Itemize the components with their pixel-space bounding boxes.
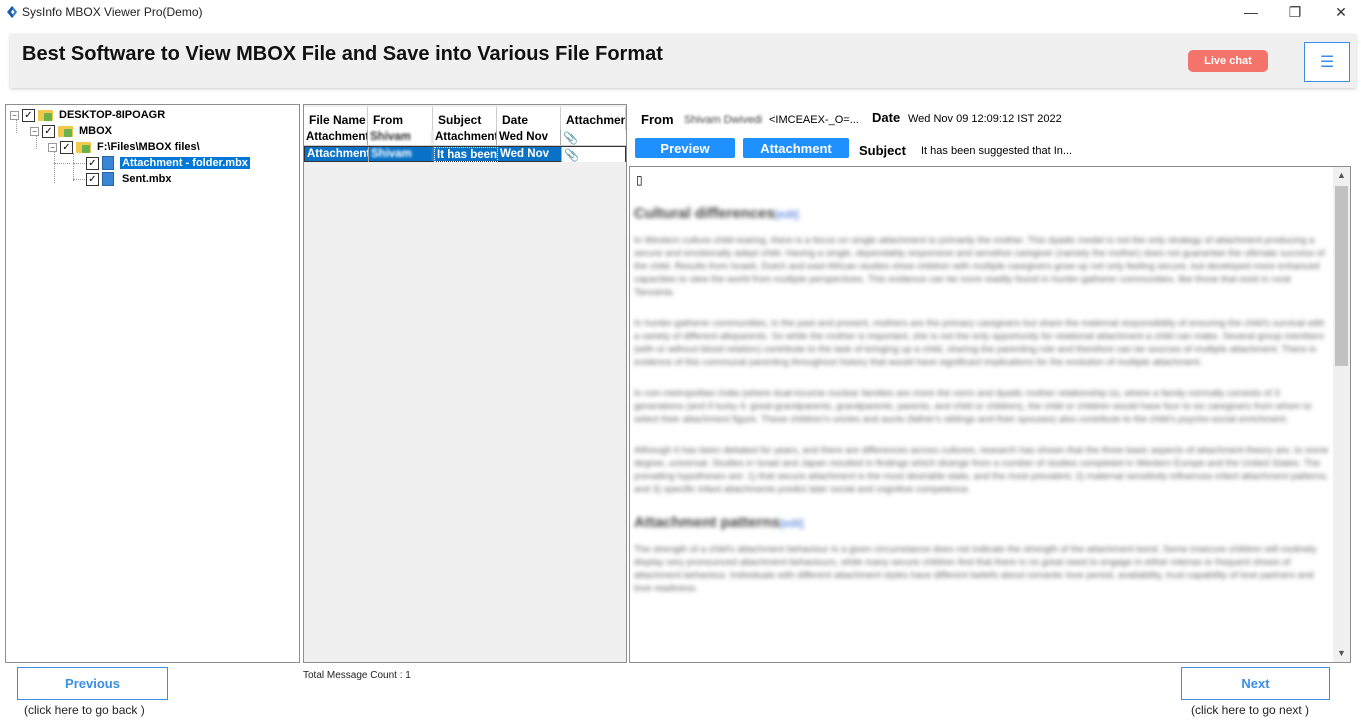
previous-hint: (click here to go back ) [24,703,145,717]
body-paragraph: In non-metropolitan India (where dual-in… [634,388,1312,425]
tree-checkbox[interactable]: ✓ [22,108,35,122]
cell-attachment: 📎 [562,147,625,162]
folder-tree-panel: − ✓ DESKTOP-8IPOAGR − ✓ MBOX − ✓ F:\File… [5,104,300,663]
collapse-icon[interactable]: − [48,142,57,152]
tree-node-mbox[interactable]: − ✓ MBOX [30,123,114,139]
cell-from: Shivam [368,130,433,145]
preview-box-char: ▯ [636,173,643,187]
message-row[interactable]: Attachment Shivam Attachment Wed Nov 📎 [304,130,626,146]
tree-node-label: Attachment - folder.mbx [120,157,250,169]
tree-checkbox[interactable]: ✓ [86,172,99,186]
from-address: <IMCEAEX-_O=... [769,114,859,126]
message-body: Cultural differences[edit] In Western cu… [634,191,1330,613]
previous-button[interactable]: Previous [17,667,168,700]
preview-scrollbar[interactable]: ▲ ▼ [1333,167,1350,662]
body-paragraph: In Western culture child-rearing, there … [634,235,1325,298]
collapse-icon[interactable]: − [10,110,19,120]
minimize-button[interactable]: — [1228,0,1274,24]
cell-attachment: 📎 [561,130,625,145]
column-header-subject[interactable]: Subject [433,107,497,131]
column-header-file-name[interactable]: File Name [304,107,368,131]
scroll-up-arrow-icon[interactable]: ▲ [1333,167,1350,184]
column-header-attachment[interactable]: Attachment [561,107,626,131]
body-paragraph: Although it has been debated for years, … [634,445,1329,495]
next-hint: (click here to go next ) [1191,703,1310,717]
cell-subject: It has been [434,147,498,162]
attachment-tab-button[interactable]: Attachment [743,138,849,158]
tree-node-label: F:\Files\MBOX files\ [97,141,200,153]
subject-value: It has been suggested that In... [921,145,1073,157]
tree-node-attachment-folder[interactable]: ✓ Attachment - folder.mbx [86,155,250,171]
cell-file-name: Attachment [307,147,369,162]
tree-checkbox[interactable]: ✓ [60,140,73,154]
cell-subject: Attachment [435,130,497,145]
column-header-from[interactable]: From [368,107,433,131]
cell-file-name: Attachment [306,130,368,145]
mbox-file-icon [102,156,114,170]
app-logo-icon [7,6,17,18]
mbox-file-icon [102,172,114,186]
tree-node-mbox-files[interactable]: − ✓ F:\Files\MBOX files\ [48,139,202,155]
cell-date: Wed Nov [497,130,561,145]
message-list-panel: File Name From Subject Date Attachment A… [303,104,627,663]
message-row-selected[interactable]: Attachment Shivam It has been Wed Nov 📎 [304,146,626,162]
subject-label: Subject [859,143,906,158]
cell-date: Wed Nov [498,147,562,162]
banner-title: Best Software to View MBOX File and Save… [22,43,663,65]
collapse-icon[interactable]: − [30,126,39,136]
tree-checkbox[interactable]: ✓ [86,156,99,170]
paperclip-icon: 📎 [563,131,578,145]
next-button[interactable]: Next [1181,667,1330,700]
live-chat-button[interactable]: Live chat [1188,50,1268,72]
folder-icon [76,141,91,153]
message-header: From Shivam Dwivedi <IMCEAEX-_O=... Date… [630,104,1366,166]
computer-folder-icon [38,109,53,121]
tree-node-label: MBOX [79,125,112,137]
maximize-button[interactable]: ❐ [1272,0,1318,24]
message-preview-pane[interactable]: ▯ Cultural differences[edit] In Western … [629,166,1351,663]
header-banner: Best Software to View MBOX File and Save… [10,34,1356,88]
hamburger-menu-button[interactable]: ☰ [1304,42,1350,82]
date-value: Wed Nov 09 12:09:12 IST 2022 [908,113,1062,125]
from-name: Shivam Dwivedi [684,114,763,126]
tree-checkbox[interactable]: ✓ [42,124,55,138]
body-paragraph: The strength of a child's attachment beh… [634,544,1317,594]
cell-from: Shivam [369,147,434,162]
date-label: Date [872,110,901,125]
window-title: SysInfo MBOX Viewer Pro(Demo) [22,5,203,19]
scroll-down-arrow-icon[interactable]: ▼ [1333,645,1350,662]
from-label: From [641,112,674,127]
preview-tab-button[interactable]: Preview [635,138,735,158]
body-heading: Cultural differences[edit] [634,205,799,222]
title-bar: SysInfo MBOX Viewer Pro(Demo) — ❐ ✕ [0,0,1366,26]
tree-node-desktop[interactable]: − ✓ DESKTOP-8IPOAGR [10,107,167,123]
body-heading: Attachment patterns[edit] [634,514,804,531]
tree-node-label: Sent.mbx [122,173,172,185]
close-button[interactable]: ✕ [1318,0,1364,24]
folder-icon [58,125,73,137]
body-paragraph: In hunter-gatherer communities, in the p… [634,318,1325,368]
column-header-date[interactable]: Date [497,107,561,131]
message-list-header: File Name From Subject Date Attachment [304,107,626,131]
scrollbar-thumb[interactable] [1335,186,1348,366]
tree-node-sent[interactable]: ✓ Sent.mbx [86,171,174,187]
paperclip-icon: 📎 [564,148,579,162]
total-message-count: Total Message Count : 1 [303,670,411,681]
tree-node-label: DESKTOP-8IPOAGR [59,109,166,121]
hamburger-icon: ☰ [1319,54,1335,71]
